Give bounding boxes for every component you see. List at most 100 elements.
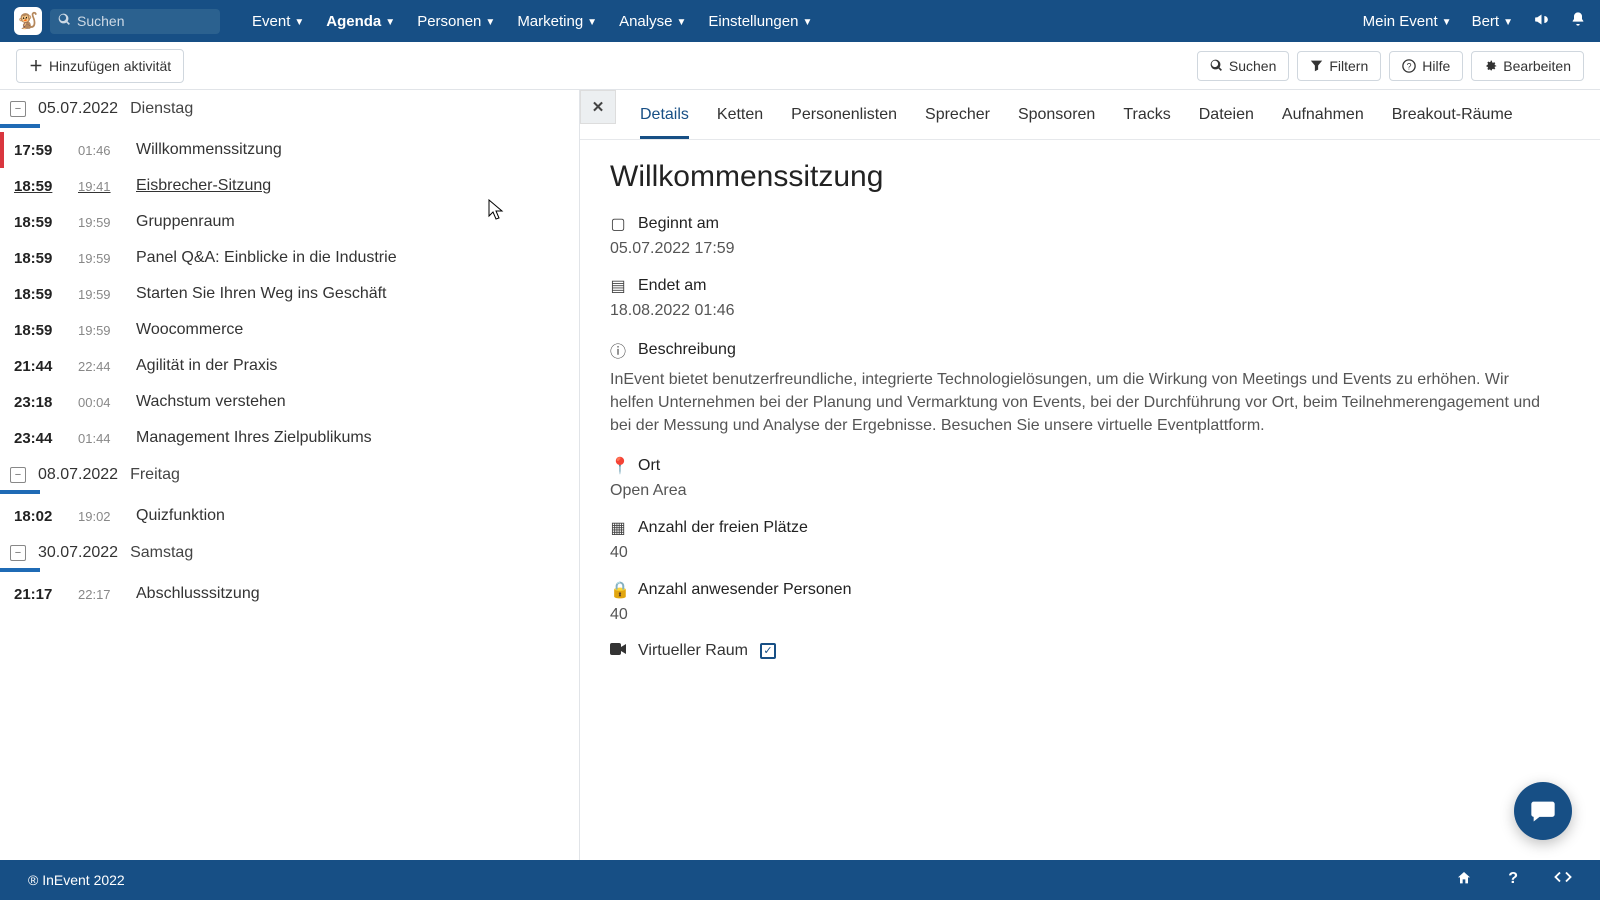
filter-button[interactable]: Filtern xyxy=(1297,51,1381,81)
day-name: Freitag xyxy=(130,466,180,484)
info-icon: ⓘ xyxy=(610,338,626,362)
collapse-icon[interactable]: − xyxy=(10,101,26,117)
session-end: 01:44 xyxy=(78,431,118,446)
tab-dateien[interactable]: Dateien xyxy=(1199,106,1254,139)
edit-button[interactable]: Bearbeiten xyxy=(1471,51,1584,81)
agenda-list: −05.07.2022Dienstag17:5901:46Willkommens… xyxy=(0,90,580,860)
plus-icon: ＋ xyxy=(29,56,43,76)
chevron-down-icon: ▼ xyxy=(294,17,304,28)
session-title: Quizfunktion xyxy=(136,507,225,525)
day-name: Dienstag xyxy=(130,100,193,118)
place-label: Ort xyxy=(638,457,660,475)
megaphone-icon[interactable] xyxy=(1533,11,1550,32)
nav-item-agenda[interactable]: Agenda▼ xyxy=(326,13,395,30)
chat-fab[interactable] xyxy=(1514,782,1572,840)
attendees-label: Anzahl anwesender Personen xyxy=(638,581,851,599)
day-name: Samstag xyxy=(130,544,193,562)
top-navbar: 🐒 Event▼ Agenda▼ Personen▼ Marketing▼ Analys… xyxy=(0,0,1600,42)
session-row[interactable]: 23:4401:44Management Ihres Zielpublikums xyxy=(0,420,579,456)
chevron-down-icon: ▼ xyxy=(485,17,495,28)
session-end: 19:02 xyxy=(78,509,118,524)
session-start: 18:59 xyxy=(14,214,60,231)
session-title: Gruppenraum xyxy=(136,213,235,231)
day-date: 30.07.2022 xyxy=(38,544,118,562)
session-row[interactable]: 18:5919:59Starten Sie Ihren Weg ins Gesc… xyxy=(0,276,579,312)
session-end: 01:46 xyxy=(78,143,118,158)
session-row[interactable]: 23:1800:04Wachstum verstehen xyxy=(0,384,579,420)
collapse-icon[interactable]: − xyxy=(10,467,26,483)
search-icon xyxy=(58,13,71,30)
tab-details[interactable]: Details xyxy=(640,106,689,139)
code-icon[interactable] xyxy=(1554,870,1572,891)
session-end: 19:59 xyxy=(78,215,118,230)
tab-breakout-räume[interactable]: Breakout-Räume xyxy=(1392,106,1513,139)
user-menu[interactable]: Bert▼ xyxy=(1472,13,1513,30)
session-row[interactable]: 18:59 19:41 Eisbrecher-Sitzung xyxy=(0,168,579,204)
place-value: Open Area xyxy=(610,482,1552,500)
day-date: 05.07.2022 xyxy=(38,100,118,118)
session-title: Agilität in der Praxis xyxy=(136,357,277,375)
calendar-solid-icon: ▤ xyxy=(610,276,626,296)
attendees-value: 40 xyxy=(610,606,1552,624)
bell-icon[interactable] xyxy=(1570,11,1586,31)
virtual-room-checkbox[interactable]: ✓ xyxy=(760,643,776,659)
session-row[interactable]: 18:02 19:02 Quizfunktion xyxy=(0,498,579,534)
day-header[interactable]: −08.07.2022Freitag xyxy=(0,456,579,490)
nav-item-event[interactable]: Event▼ xyxy=(252,13,304,30)
session-start: 23:18 xyxy=(14,394,60,411)
search-button[interactable]: Suchen xyxy=(1197,51,1289,81)
session-row[interactable]: 18:59 19:59 Gruppenraum xyxy=(0,204,579,240)
nav-right: Mein Event▼ Bert▼ xyxy=(1363,11,1586,32)
session-title: Panel Q&A: Einblicke in die Industrie xyxy=(136,249,397,267)
tab-aufnahmen[interactable]: Aufnahmen xyxy=(1282,106,1364,139)
session-title: Willkommenssitzung xyxy=(136,141,282,159)
session-start: 21:44 xyxy=(14,358,60,375)
session-row[interactable]: 18:5919:59Woocommerce xyxy=(0,312,579,348)
session-row[interactable]: 21:4422:44Agilität in der Praxis xyxy=(0,348,579,384)
help-footer-icon[interactable]: ? xyxy=(1508,870,1518,891)
session-start: 18:02 xyxy=(14,508,60,525)
my-event-menu[interactable]: Mein Event▼ xyxy=(1363,13,1452,30)
session-end: 19:41 xyxy=(78,179,118,194)
detail-panel: ✕ Details Ketten Personenlisten Sprecher Spo… xyxy=(580,90,1600,860)
logo-icon[interactable]: 🐒 xyxy=(14,7,42,35)
seats-label: Anzahl der freien Plätze xyxy=(638,519,808,537)
session-start: 18:59 xyxy=(14,178,60,195)
tab-personenlisten[interactable]: Personenlisten xyxy=(791,106,897,139)
add-activity-button[interactable]: ＋ Hinzufügen aktivität xyxy=(16,49,184,83)
chevron-down-icon: ▼ xyxy=(587,17,597,28)
session-row[interactable]: 21:1722:17Abschlusssitzung xyxy=(0,576,579,612)
nav-item-personen[interactable]: Personen▼ xyxy=(417,13,495,30)
page-toolbar: ＋ Hinzufügen aktivität Suchen Filtern ? … xyxy=(0,42,1600,90)
close-panel-button[interactable]: ✕ xyxy=(580,90,616,124)
collapse-icon[interactable]: − xyxy=(10,545,26,561)
session-start: 18:59 xyxy=(14,250,60,267)
session-start: 18:59 xyxy=(14,286,60,303)
primary-nav: Event▼ Agenda▼ Personen▼ Marketing▼ Analyse▼… xyxy=(252,13,812,30)
description-label: Beschreibung xyxy=(638,341,736,359)
search-input[interactable] xyxy=(77,13,212,29)
session-row[interactable]: 17:5901:46Willkommenssitzung xyxy=(0,132,579,168)
session-start: 18:59 xyxy=(14,322,60,339)
day-header[interactable]: −30.07.2022 Samstag xyxy=(0,534,579,568)
day-header[interactable]: −05.07.2022 Dienstag xyxy=(0,90,579,124)
nav-item-analyse[interactable]: Analyse▼ xyxy=(619,13,686,30)
footer: ® InEvent 2022 ? xyxy=(0,860,1600,900)
tab-sponsoren[interactable]: Sponsoren xyxy=(1018,106,1095,139)
tab-sprecher[interactable]: Sprecher xyxy=(925,106,990,139)
help-button[interactable]: ? Hilfe xyxy=(1389,51,1463,81)
session-row[interactable]: 18:5919:59Panel Q&A: Einblicke in die In… xyxy=(0,240,579,276)
tab-ketten[interactable]: Ketten xyxy=(717,106,763,139)
starts-at-label: Beginnt am xyxy=(638,215,719,233)
nav-item-einstellungen[interactable]: Einstellungen▼ xyxy=(708,13,812,30)
session-title: Management Ihres Zielpublikums xyxy=(136,429,372,447)
nav-item-marketing[interactable]: Marketing▼ xyxy=(517,13,597,30)
global-search[interactable] xyxy=(50,9,220,34)
home-icon[interactable] xyxy=(1456,870,1472,891)
chevron-down-icon: ▼ xyxy=(676,17,686,28)
main-content: −05.07.2022Dienstag17:5901:46Willkommens… xyxy=(0,90,1600,860)
seats-value: 40 xyxy=(610,544,1552,562)
session-title: Eisbrecher-Sitzung xyxy=(136,177,271,195)
tab-tracks[interactable]: Tracks xyxy=(1123,106,1170,139)
session-title: Abschlusssitzung xyxy=(136,585,260,603)
